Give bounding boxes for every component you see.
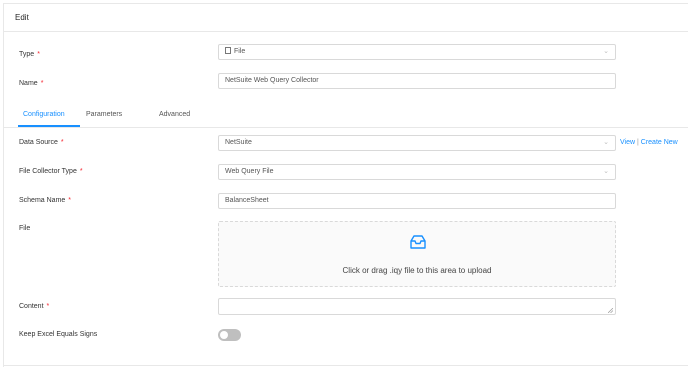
chevron-down-icon: ⌄ [603, 48, 609, 55]
file-label: File [19, 225, 30, 232]
data-source-label-text: Data Source [19, 139, 58, 146]
file-icon [225, 47, 231, 54]
tab-bar: Configuration Parameters Advanced [4, 107, 688, 128]
type-select[interactable]: File ⌄ [218, 44, 616, 60]
upload-hint-text: Click or drag .iqy file to this area to … [342, 266, 492, 275]
inbox-icon [410, 235, 426, 249]
data-source-select[interactable]: NetSuite ⌄ [218, 135, 616, 151]
file-collector-type-value: Web Query File [225, 168, 274, 175]
tab-advanced[interactable]: Advanced [159, 107, 190, 123]
resize-handle-icon[interactable] [608, 308, 613, 313]
data-source-label: Data Source * [19, 139, 64, 146]
tab-parameters[interactable]: Parameters [86, 107, 122, 123]
schema-name-label: Schema Name * [19, 197, 71, 204]
content-label-text: Content [19, 303, 44, 310]
panel-title: Edit [4, 4, 688, 32]
data-source-links: View | Create New [620, 139, 678, 146]
keep-excel-label-text: Keep Excel Equals Signs [19, 331, 98, 338]
required-mark: * [37, 51, 40, 58]
required-mark: * [79, 168, 83, 175]
name-value: NetSuite Web Query Collector [225, 77, 319, 84]
name-label: Name * [19, 80, 43, 87]
chevron-down-icon: ⌄ [603, 139, 609, 146]
schema-name-input[interactable]: BalanceSheet [218, 193, 616, 209]
file-collector-type-select[interactable]: Web Query File ⌄ [218, 164, 616, 180]
toggle-knob [220, 331, 228, 339]
required-mark: * [68, 197, 72, 204]
file-collector-type-label-text: File Collector Type [19, 168, 77, 175]
schema-name-value: BalanceSheet [225, 197, 269, 204]
link-separator: | [637, 139, 639, 146]
type-label: Type * [19, 51, 40, 58]
bottom-divider [4, 365, 688, 366]
keep-excel-label: Keep Excel Equals Signs [19, 331, 97, 338]
edit-panel: Edit Type * File ⌄ Name * NetSuite Web Que… [3, 3, 688, 367]
create-new-link[interactable]: Create New [641, 139, 678, 146]
active-tab-indicator [18, 125, 80, 127]
schema-name-label-text: Schema Name [19, 197, 66, 204]
chevron-down-icon: ⌄ [603, 168, 609, 175]
view-link[interactable]: View [620, 139, 635, 146]
required-mark: * [60, 139, 64, 146]
file-label-text: File [19, 225, 31, 232]
name-label-text: Name [19, 80, 38, 87]
keep-excel-toggle[interactable] [218, 329, 241, 341]
required-mark: * [40, 80, 44, 87]
file-upload-dropzone[interactable]: Click or drag .iqy file to this area to … [218, 221, 616, 287]
type-label-text: Type [19, 51, 35, 58]
file-collector-type-label: File Collector Type * [19, 168, 83, 175]
name-input[interactable]: NetSuite Web Query Collector [218, 73, 616, 89]
tab-configuration[interactable]: Configuration [23, 107, 65, 123]
type-value: File [234, 48, 246, 55]
content-label: Content * [19, 303, 49, 310]
content-textarea[interactable] [218, 298, 616, 315]
data-source-value: NetSuite [225, 139, 252, 146]
required-mark: * [46, 303, 50, 310]
